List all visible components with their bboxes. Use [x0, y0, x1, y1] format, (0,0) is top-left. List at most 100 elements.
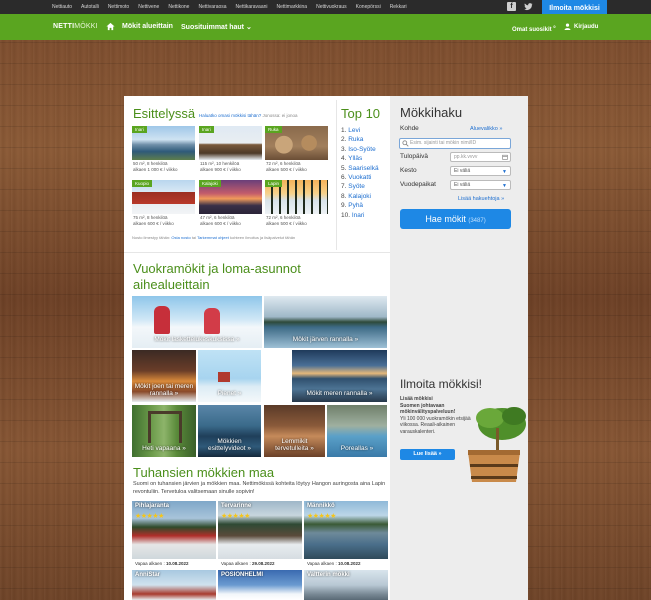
home-icon[interactable] — [106, 22, 115, 31]
nav-mokit-alueittain[interactable]: Mökit alueittain — [122, 23, 173, 30]
featured-subtitle: Haluatko omasi mökkisi tähän? Jonossa: e… — [199, 113, 298, 118]
hae-mokit-button[interactable]: Hae mökit (3487) — [400, 209, 511, 229]
service-link[interactable]: Konepörssi — [356, 3, 381, 11]
availability-date: 10.08.2022 — [337, 561, 361, 566]
kirjaudu-link[interactable]: Kirjaudu — [574, 24, 598, 30]
skier-figure — [204, 308, 220, 334]
vuodepaikat-value: Ei väliä — [454, 182, 471, 188]
top10-item[interactable]: 3. Iso-Syöte — [341, 145, 379, 154]
nettimokki-logo[interactable]: NETTIMÖKKI — [53, 23, 98, 30]
top10-item[interactable]: 2. Ruka — [341, 135, 379, 144]
kesto-select[interactable]: Ei väliä ▼ — [450, 166, 511, 176]
cabin-name: Tervarinne — [221, 503, 252, 509]
promo-title: Ilmoita mökkisi! — [400, 377, 483, 391]
vuodepaikat-select[interactable]: Ei väliä ▼ — [450, 180, 511, 190]
featured-price: alkaen 900 € / viikko — [200, 167, 241, 172]
rating-stars: ★★★★★ — [221, 513, 250, 520]
cabin-card[interactable]: Valtterin mökki — [304, 570, 388, 600]
category-label: Poreallas » — [340, 445, 374, 452]
categories-title: Vuokramökit ja loma-asunnot aihealueitta… — [133, 261, 301, 292]
featured-tag: Ruka — [265, 126, 282, 133]
featured-note: Nosto ilmestyy tähän: Osta nosto tai Tar… — [132, 235, 334, 240]
featured-item[interactable]: Lapin 72 m², 6 henkilöä alkaen 500 € / vi… — [265, 180, 328, 232]
featured-item[interactable]: Kuopio 75 m², 8 henkilöä alkaen 600 € / v… — [132, 180, 195, 232]
category-label: Lemmikit tervetulleita » — [275, 438, 314, 452]
featured-item[interactable]: Kalajoki 47 m², 6 henkilöä alkaen 600 € /… — [199, 180, 262, 232]
top10-item[interactable]: 7. Syöte — [341, 182, 379, 191]
category-tile-meri[interactable]: Mökit meren rannalla » — [292, 350, 387, 402]
service-link[interactable]: Nettivaraosa — [198, 3, 226, 11]
featured-text: 72 m², 6 henkilöä alkaen 500 € / viikko — [266, 161, 328, 173]
cabin-name: AnniStar — [135, 572, 161, 578]
omat-suosikit-link[interactable]: Omat suosikit 0 — [512, 24, 556, 33]
featured-tag: Lapin — [265, 180, 283, 187]
category-tile-jarvi[interactable]: Mökit järven rannalla » — [264, 296, 387, 348]
top10-item[interactable]: 1. Levi — [341, 126, 379, 135]
nav-suosituimmat-haut[interactable]: Suosituimmat haut ⌄ — [181, 23, 252, 31]
featured-text: 47 m², 6 henkilöä alkaen 600 € / viikko — [200, 215, 262, 227]
kesto-value: Ei väliä — [454, 168, 471, 174]
availability-date: 29.08.2022 — [251, 561, 275, 566]
service-link[interactable]: Nettimarkkina — [277, 3, 308, 11]
search-input[interactable]: Esim. sijainti tai mökin nimi/ID — [399, 138, 511, 149]
featured-price: alkaen 500 € / viikko — [266, 221, 307, 226]
category-label: Pienet » — [217, 390, 242, 397]
top10-label: Ruka — [348, 136, 364, 144]
top10-item[interactable]: 6. Vuokatti — [341, 173, 379, 182]
cabin-card[interactable]: POSIONHELMI — [218, 570, 302, 600]
service-link[interactable]: Nettiauto — [52, 3, 72, 11]
category-label: Mökit meren rannalla » — [306, 390, 373, 397]
tulopaiva-label: Tulopäivä — [400, 153, 428, 160]
omat-suosikit-count: 0 — [553, 24, 556, 29]
cabin-name: Pihlajaranta — [135, 503, 170, 509]
category-tile-joki[interactable]: Mökit joen tai meren rannalla » — [132, 350, 196, 402]
tarkemmat-ohjeet-link[interactable]: Tarkemmat ohjeet — [197, 235, 229, 240]
featured-text: 50 m², 8 henkilöä alkaen 1 000 € / viikko — [133, 161, 195, 173]
service-link[interactable]: Nettivene — [138, 3, 159, 11]
search-placeholder: Esim. sijainti tai mökin nimi/ID — [410, 140, 477, 146]
featured-item[interactable]: Inari 50 m², 8 henkilöä alkaen 1 000 € / … — [132, 126, 195, 178]
about-title: Tuhansien mökkien maa — [133, 465, 275, 480]
more-criteria-link[interactable]: Lisää hakuehtoja » — [458, 196, 504, 202]
cabin-card[interactable]: Tervarinne ★★★★★ Vapaa alkaen : 29.08.20… — [218, 501, 302, 568]
featured-item[interactable]: Inari 115 m², 10 henkilöä alkaen 900 € / … — [199, 126, 262, 178]
calendar-icon — [502, 154, 508, 160]
cabin-card[interactable]: AnniStar — [132, 570, 216, 600]
service-link[interactable]: Nettivuokraus — [316, 3, 347, 11]
category-tile-poreallas[interactable]: Poreallas » — [327, 405, 387, 457]
service-link[interactable]: Nettimoto — [108, 3, 129, 11]
category-tile-pienet[interactable]: Pienet » — [198, 350, 261, 402]
featured-price: alkaen 500 € / viikko — [266, 167, 307, 172]
top10-item[interactable]: 5. Saariselkä — [341, 164, 379, 173]
aluevalikko-link[interactable]: Aluevalikko » — [470, 126, 502, 132]
top10-item[interactable]: 9. Pyhä — [341, 201, 379, 210]
twitter-icon[interactable] — [524, 2, 533, 11]
category-tile-laskettelu[interactable]: Mökit laskettelukeskuksissa » — [132, 296, 262, 348]
chevron-down-icon: ▼ — [502, 169, 507, 175]
category-tile-videot[interactable]: Mökkien esittelyvideot » — [198, 405, 261, 457]
category-label: Mökkien esittelyvideot » — [208, 438, 251, 452]
top10-item[interactable]: 10. Inari — [341, 211, 379, 220]
featured-item[interactable]: Ruka 72 m², 6 henkilöä alkaen 500 € / vii… — [265, 126, 328, 178]
category-tile-lemmikit[interactable]: Lemmikit tervetulleita » — [264, 405, 325, 457]
service-link[interactable]: Nettikone — [168, 3, 189, 11]
cabin-card[interactable]: Pihlajaranta ★★★★★ Vapaa alkaen : 10.08.… — [132, 501, 216, 568]
service-link[interactable]: Autotalli — [81, 3, 99, 11]
cabin-card[interactable]: Männikkö ★★★★★ Vapaa alkaen : 10.08.2022 — [304, 501, 388, 568]
service-link[interactable]: Rekkari — [390, 3, 407, 11]
top10-item[interactable]: 8. Kalajoki — [341, 192, 379, 201]
category-tile-heti-vapaana[interactable]: Heti vapaana » — [132, 405, 196, 457]
osta-nosto-link[interactable]: Osta nosto — [171, 235, 190, 240]
featured-tag: Kalajoki — [199, 180, 221, 187]
top10-item[interactable]: 4. Ylläs — [341, 154, 379, 163]
tulopaiva-input[interactable]: pp.kk.vvvv — [450, 152, 511, 162]
service-link[interactable]: Nettikaravaani — [236, 3, 268, 11]
chevron-down-icon: ▼ — [502, 183, 507, 189]
top10-label: Saariselkä — [348, 164, 379, 172]
lue-lisaa-button[interactable]: Lue lisää » — [400, 449, 455, 460]
availability-label: Vapaa alkaen : — [221, 561, 252, 566]
vuodepaikat-label: Vuodepaikat — [400, 181, 436, 188]
facebook-icon[interactable]: f — [507, 2, 516, 11]
user-icon[interactable] — [564, 23, 571, 30]
featured-own-link[interactable]: Haluatko omasi mökkisi tähän? — [199, 113, 261, 118]
